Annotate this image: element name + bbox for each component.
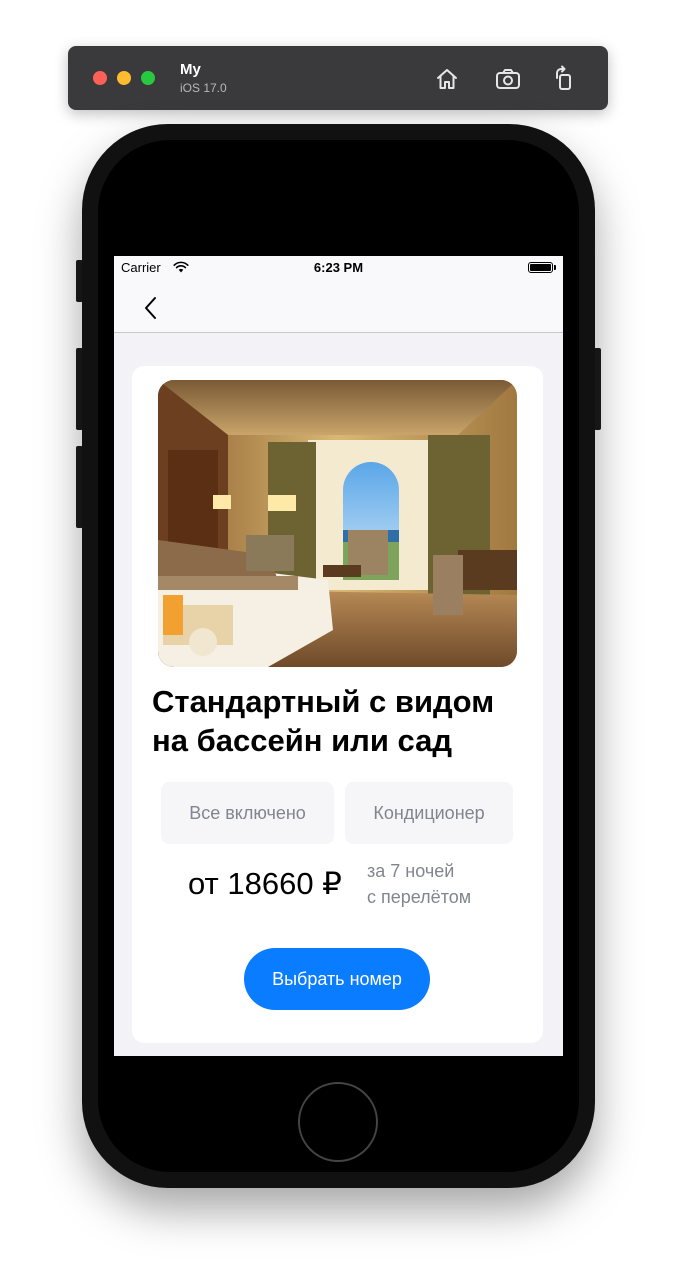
simulator-subtitle: iOS 17.0 [180, 81, 227, 95]
room-title-line-1: Стандартный с видом [152, 684, 495, 719]
price-label: от 18660 ₽ [188, 866, 342, 901]
screenshot-icon[interactable] [493, 64, 523, 94]
simulator-toolbar: My iOS 17.0 [68, 46, 608, 110]
status-bar: Carrier 6:23 PM [114, 256, 563, 282]
amenity-tags: Все включено Кондиционер [161, 782, 521, 844]
battery-icon [528, 262, 553, 273]
home-button[interactable] [298, 1082, 378, 1162]
room-title-line-2: на бассейн или сад [152, 723, 453, 758]
price-note-line-1: за 7 ночей [367, 861, 455, 881]
price-note: за 7 ночей с перелётом [367, 858, 527, 910]
close-window-button[interactable] [93, 71, 107, 85]
room-card: Стандартный с видом на бассейн или сад В… [132, 366, 543, 1043]
battery-tip [554, 265, 556, 270]
simulator-title: My [180, 61, 201, 78]
navigation-bar [114, 282, 563, 333]
amenity-tag: Кондиционер [345, 782, 513, 844]
select-room-button[interactable]: Выбрать номер [244, 948, 430, 1010]
chevron-left-icon [145, 297, 156, 319]
minimize-window-button[interactable] [117, 71, 131, 85]
device-screen: Carrier 6:23 PM Стандартный с видом на б… [114, 256, 563, 1056]
home-icon[interactable] [432, 64, 462, 94]
back-button[interactable] [138, 294, 162, 322]
rotate-icon[interactable] [549, 64, 579, 94]
power-button [594, 348, 601, 430]
status-time: 6:23 PM [313, 260, 364, 275]
room-title: Стандартный с видом на бассейн или сад [152, 682, 532, 760]
zoom-window-button[interactable] [141, 71, 155, 85]
price-note-line-2: с перелётом [367, 887, 472, 907]
hotel-room-photo [158, 380, 517, 667]
amenity-tag: Все включено [161, 782, 334, 844]
